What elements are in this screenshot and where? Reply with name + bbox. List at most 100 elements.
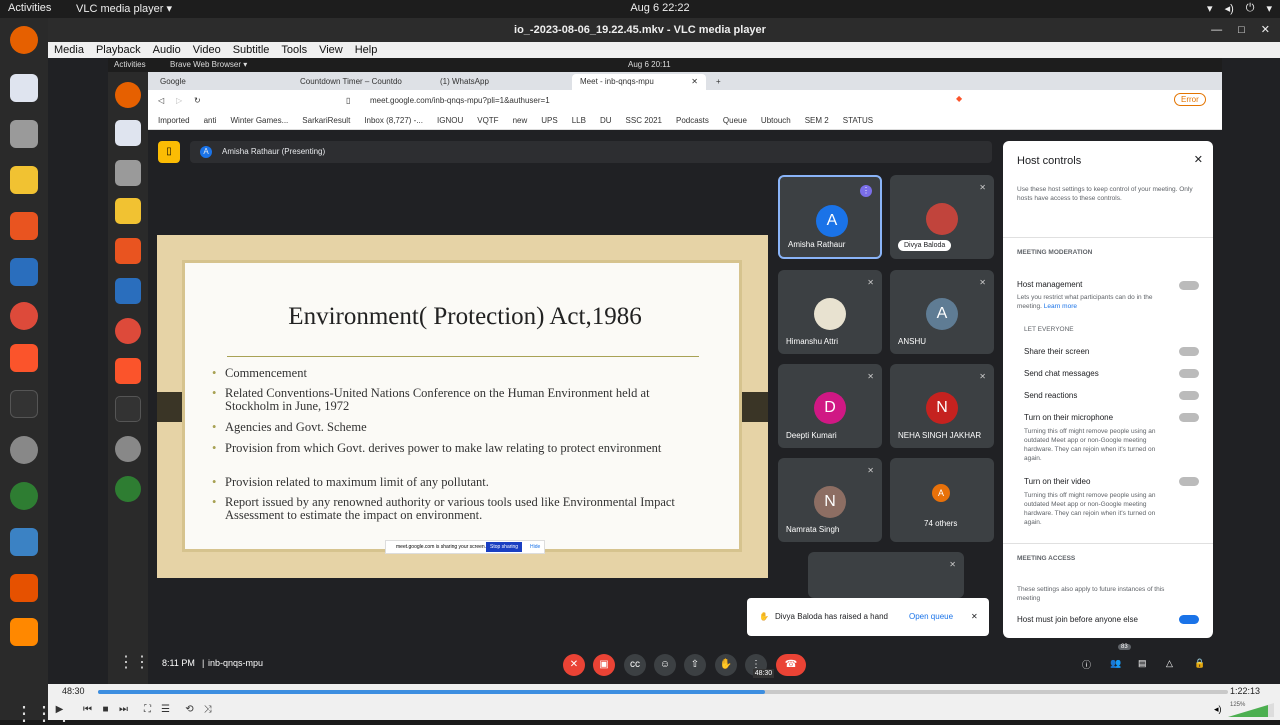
bookmark-item[interactable]: Queue (723, 112, 747, 129)
system-clock[interactable]: Aug 6 22:22 (610, 2, 710, 14)
emoji-button[interactable]: ☺ (654, 654, 676, 676)
activities-icon[interactable]: ▯ (158, 141, 180, 163)
stop-sharing-button[interactable]: Stop sharing (486, 542, 523, 552)
bookmark-item[interactable]: Podcasts (676, 112, 709, 129)
raise-hand-button[interactable]: ✋ (715, 654, 737, 676)
menu-media[interactable]: Media (54, 42, 84, 58)
document-viewer-icon[interactable] (10, 258, 38, 286)
forward-icon[interactable]: ▷ (176, 96, 182, 105)
tab-meet[interactable]: Meet - inb-qnqs-mpu ✕ (572, 74, 706, 90)
loop-button[interactable]: ⟲ (182, 702, 197, 717)
url-field[interactable]: meet.google.com/inb-qnqs-mpu?pli=1&authu… (370, 96, 550, 105)
captions-button[interactable]: cc (624, 654, 646, 676)
others-tile[interactable]: A 74 others (890, 458, 994, 542)
participant-tile[interactable]: A ⋮ Amisha Rathaur (778, 175, 882, 259)
video-toggle[interactable] (1179, 477, 1199, 486)
participant-tile[interactable]: A ✕ ANSHU (890, 270, 994, 354)
menu-help[interactable]: Help (355, 42, 378, 58)
play-button[interactable]: ▶ (52, 702, 67, 717)
bookmark-item[interactable]: new (513, 112, 528, 129)
mic-toggle[interactable] (1179, 413, 1199, 422)
close-icon[interactable]: ✕ (971, 598, 978, 636)
bookmark-item[interactable]: STATUS (843, 112, 873, 129)
firefox-icon[interactable] (10, 26, 38, 54)
software-icon[interactable] (10, 212, 38, 240)
maximize-button[interactable]: □ (1238, 18, 1245, 42)
globe-icon[interactable] (10, 482, 38, 510)
menu-audio[interactable]: Audio (153, 42, 181, 58)
bookmark-item[interactable]: SEM 2 (805, 112, 829, 129)
participant-tile[interactable]: D ✕ Deepti Kumari (778, 364, 882, 448)
present-button[interactable]: ⇧ (684, 654, 706, 676)
participant-tile[interactable]: ✕ Himanshu Attri (778, 270, 882, 354)
terminal-icon[interactable] (10, 390, 38, 418)
tab-whatsapp[interactable]: (1) WhatsApp (432, 74, 566, 90)
new-tab-button[interactable]: + (708, 74, 729, 90)
participant-tile[interactable]: N ✕ Namrata Singh (778, 458, 882, 542)
participant-tile[interactable]: N ✕ NEHA SINGH JAKHAR (890, 364, 994, 448)
back-icon[interactable]: ◁ (158, 96, 164, 105)
minimize-button[interactable]: — (1211, 18, 1222, 42)
transmission-icon[interactable] (10, 528, 38, 556)
open-queue-button[interactable]: Open queue (909, 598, 953, 636)
bookmark-item[interactable]: IGNOU (437, 112, 463, 129)
host-management-toggle[interactable] (1179, 281, 1199, 290)
participant-tile[interactable]: ✕ Divya Baloda (890, 175, 994, 259)
menu-subtitle[interactable]: Subtitle (233, 42, 270, 58)
bookmark-item[interactable]: VQTF (477, 112, 498, 129)
fullscreen-button[interactable]: ⛶ (140, 702, 155, 717)
join-before-toggle[interactable] (1179, 615, 1199, 624)
bookmark-item[interactable]: Winter Games... (230, 112, 288, 129)
bookmark-item[interactable]: anti (204, 112, 217, 129)
volume-icon[interactable]: ◂) (1214, 704, 1222, 715)
volume-slider[interactable]: 125% (1228, 702, 1274, 717)
vlc-icon[interactable] (10, 618, 38, 646)
app-menu[interactable]: VLC media player ▾ (76, 2, 172, 15)
activities-button[interactable]: Activities (8, 2, 51, 14)
learn-more-link[interactable]: Learn more (1044, 303, 1077, 310)
settings-icon[interactable] (10, 436, 38, 464)
bookmark-item[interactable]: UPS (541, 112, 557, 129)
previous-button[interactable]: ⏮ (80, 702, 95, 717)
calculator-icon[interactable] (10, 166, 38, 194)
info-icon[interactable]: ⓘ (1082, 658, 1091, 671)
people-icon[interactable]: 👥 (1110, 658, 1121, 669)
self-tile[interactable]: ✕ (808, 552, 964, 598)
chrome-icon[interactable] (10, 302, 38, 330)
share-screen-toggle[interactable] (1179, 347, 1199, 356)
activities-icon[interactable]: △ (1166, 658, 1173, 669)
seek-track[interactable] (98, 690, 1228, 694)
brave-shield-icon[interactable]: ◆ (956, 94, 962, 103)
shuffle-button[interactable]: ⤨ (200, 702, 215, 717)
camera-off-button[interactable]: ▣ (593, 654, 615, 676)
bookmark-item[interactable]: Ubtouch (761, 112, 791, 129)
hide-button[interactable]: Hide (530, 541, 540, 553)
host-controls-icon[interactable]: 🔒 (1194, 658, 1205, 669)
bookmark-item[interactable]: LLB (572, 112, 586, 129)
playlist-button[interactable]: ☰ (158, 702, 173, 717)
system-tray[interactable]: ▾ ◂) ⏻ ▾ (1207, 2, 1272, 15)
tab-countdown[interactable]: Countdown Timer – Countdo (292, 74, 426, 90)
menu-tools[interactable]: Tools (281, 42, 307, 58)
chat-icon[interactable]: ▤ (1138, 658, 1147, 669)
bookmark-item[interactable]: SarkariResult (302, 112, 350, 129)
bookmark-icon[interactable]: ▯ (346, 96, 350, 105)
files-icon[interactable] (10, 120, 38, 148)
close-button[interactable]: ✕ (1261, 18, 1270, 42)
menu-playback[interactable]: Playback (96, 42, 141, 58)
app-icon[interactable] (10, 574, 38, 602)
bookmark-item[interactable]: Inbox (8,727) -... (364, 112, 423, 129)
mic-off-button[interactable]: ✕ (563, 654, 585, 676)
reload-icon[interactable]: ↻ (194, 96, 201, 105)
bookmark-item[interactable]: SSC 2021 (626, 112, 662, 129)
menu-view[interactable]: View (319, 42, 343, 58)
tab-google[interactable]: Google (152, 74, 286, 90)
brave-icon[interactable] (10, 344, 38, 372)
menu-video[interactable]: Video (193, 42, 221, 58)
chat-toggle[interactable] (1179, 369, 1199, 378)
bookmark-item[interactable]: DU (600, 112, 612, 129)
text-editor-icon[interactable] (10, 74, 38, 102)
close-tab-icon[interactable]: ✕ (691, 77, 698, 86)
leave-call-button[interactable]: ☎ (776, 654, 806, 676)
error-badge[interactable]: Error (1174, 93, 1206, 106)
